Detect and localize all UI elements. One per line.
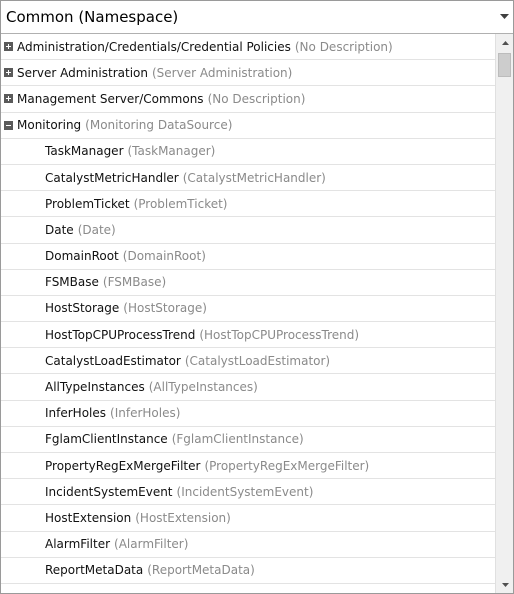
- tree-child-row[interactable]: HostExtension (HostExtension): [1, 505, 495, 532]
- tree-child-row[interactable]: TaskManager (TaskManager): [1, 139, 495, 165]
- tree-item-description: (CatalystMetricHandler): [182, 170, 326, 185]
- tree-item-description: (FSMBase): [102, 275, 167, 290]
- tree-item-name: FglamClientInstance: [45, 432, 168, 447]
- tree-child-row[interactable]: CatalystLoadEstimator (CatalystLoadEstim…: [1, 348, 495, 375]
- tree-list: Administration/Credentials/Credential Po…: [1, 34, 495, 593]
- tree-item-description: (InferHoles): [110, 406, 181, 421]
- tree-group-row[interactable]: Administration/Credentials/Credential Po…: [1, 34, 495, 61]
- tree-item-name: Administration/Credentials/Credential Po…: [17, 39, 291, 54]
- collapse-minus-icon[interactable]: [4, 120, 13, 130]
- tree-item-name: IncidentSystemEvent: [45, 484, 173, 499]
- tree-item-description: (Date): [77, 222, 116, 237]
- tree-child-row[interactable]: FSMBase (FSMBase): [1, 270, 495, 296]
- tree-item-name: TaskManager: [45, 144, 124, 159]
- namespace-combobox-value: Common (Namespace): [6, 8, 179, 26]
- tree-child-row[interactable]: HostTopCPUProcessTrend (HostTopCPUProces…: [1, 322, 495, 349]
- tree-item-name: AlarmFilter: [45, 537, 111, 552]
- tree-item-name: InferHoles: [45, 406, 107, 421]
- tree-child-row[interactable]: PropertyRegExMergeFilter (PropertyRegExM…: [1, 453, 495, 480]
- tree-child-row[interactable]: AllTypeInstances (AllTypeInstances): [1, 374, 495, 401]
- tree-item-description: (Server Administration): [151, 65, 293, 80]
- tree-item-name: CatalystLoadEstimator: [45, 353, 181, 368]
- expand-plus-icon[interactable]: [4, 94, 13, 104]
- scroll-up-icon[interactable]: [496, 34, 513, 51]
- tree-item-description: (IncidentSystemEvent): [176, 484, 314, 499]
- tree-item-description: (ProblemTicket): [133, 196, 228, 211]
- tree-item-name: ProblemTicket: [45, 196, 130, 211]
- tree-group-row[interactable]: Management Server/Commons (No Descriptio…: [1, 86, 495, 113]
- tree-item-name: CatalystMetricHandler: [45, 170, 179, 185]
- tree-item-description: (TaskManager): [127, 144, 216, 159]
- tree-item-description: (Monitoring DataSource): [85, 118, 233, 133]
- tree-item-description: (FglamClientInstance): [171, 432, 304, 447]
- tree-item-description: (AlarmFilter): [114, 537, 189, 552]
- tree-item-name: ReportMetaData: [45, 563, 144, 578]
- namespace-picker: Common (Namespace) Administration/Creden…: [0, 0, 514, 594]
- vertical-scrollbar[interactable]: [495, 34, 513, 593]
- tree-item-name: HostStorage: [45, 301, 120, 316]
- tree-child-row[interactable]: InferHoles (InferHoles): [1, 401, 495, 427]
- tree-child-row[interactable]: AlarmFilter (AlarmFilter): [1, 532, 495, 558]
- tree-group-row[interactable]: Monitoring (Monitoring DataSource): [1, 113, 495, 139]
- tree-item-name: Server Administration: [17, 65, 148, 80]
- tree-item-description: (AllTypeInstances): [148, 380, 258, 395]
- tree-item-description: (HostTopCPUProcessTrend): [199, 327, 360, 342]
- tree-child-row[interactable]: IncidentSystemEvent (IncidentSystemEvent…: [1, 479, 495, 506]
- tree-item-name: Management Server/Commons: [17, 91, 204, 106]
- scroll-down-icon[interactable]: [496, 576, 513, 593]
- tree-item-name: HostTopCPUProcessTrend: [45, 327, 196, 342]
- tree-item-name: HostExtension: [45, 510, 132, 525]
- tree-item-name: PropertyRegExMergeFilter: [45, 458, 201, 473]
- tree-child-row[interactable]: FglamClientInstance (FglamClientInstance…: [1, 427, 495, 453]
- tree-item-description: (CatalystLoadEstimator): [184, 353, 331, 368]
- tree-item-description: (ReportMetaData): [147, 563, 255, 578]
- tree-item-description: (DomainRoot): [122, 249, 206, 264]
- tree-child-row[interactable]: DomainRoot (DomainRoot): [1, 244, 495, 270]
- tree-item-description: (HostStorage): [123, 301, 207, 316]
- tree-child-row[interactable]: CatalystMetricHandler (CatalystMetricHan…: [1, 165, 495, 192]
- caret-down-icon[interactable]: [495, 1, 513, 33]
- tree-child-row[interactable]: HostStorage (HostStorage): [1, 296, 495, 323]
- tree-item-name: DomainRoot: [45, 249, 119, 264]
- tree-item-name: AllTypeInstances: [45, 380, 145, 395]
- expand-plus-icon[interactable]: [4, 42, 13, 52]
- scrollbar-thumb[interactable]: [498, 53, 511, 77]
- tree-item-description: (HostExtension): [135, 510, 231, 525]
- tree-child-row[interactable]: Date (Date): [1, 217, 495, 244]
- tree-item-name: Monitoring: [17, 118, 82, 133]
- tree-item-name: Date: [45, 222, 74, 237]
- tree-item-description: (No Description): [294, 39, 393, 54]
- tree-child-row[interactable]: ReportMetaData (ReportMetaData): [1, 558, 495, 584]
- tree-child-row[interactable]: ProblemTicket (ProblemTicket): [1, 191, 495, 218]
- tree-item-description: (PropertyRegExMergeFilter): [204, 458, 370, 473]
- tree-group-row[interactable]: Server Administration (Server Administra…: [1, 60, 495, 87]
- namespace-combobox[interactable]: Common (Namespace): [1, 1, 513, 34]
- expand-plus-icon[interactable]: [4, 68, 13, 78]
- tree-item-description: (No Description): [207, 91, 306, 106]
- tree-item-name: FSMBase: [45, 275, 99, 290]
